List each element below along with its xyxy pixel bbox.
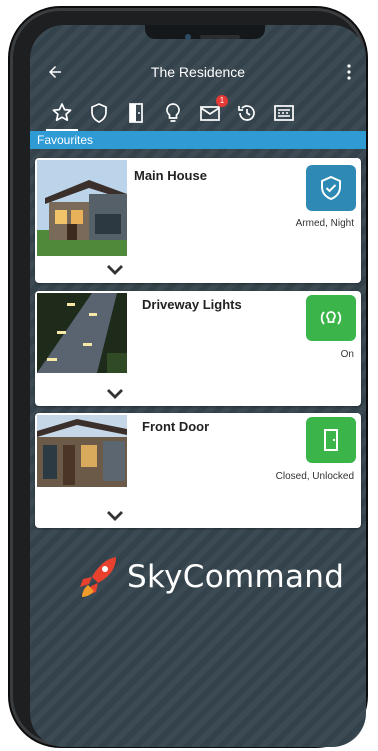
- keypad-icon[interactable]: [272, 101, 296, 125]
- card-title: Front Door: [142, 419, 210, 434]
- chevron-down-icon[interactable]: [105, 264, 125, 276]
- bulb-icon[interactable]: [161, 101, 185, 125]
- security-status-button[interactable]: [306, 165, 356, 211]
- app-header: The Residence: [30, 57, 366, 87]
- mail-icon[interactable]: 1: [198, 95, 228, 125]
- page-title: The Residence: [150, 64, 246, 80]
- history-icon[interactable]: [235, 101, 259, 125]
- chevron-down-icon[interactable]: [105, 510, 125, 522]
- light-on-icon: [320, 311, 342, 325]
- camera: [185, 34, 191, 40]
- status-text: Armed, Night: [295, 218, 354, 229]
- driveway-thumbnail: [37, 293, 127, 373]
- favourite-card-driveway-lights[interactable]: Driveway Lights On: [35, 291, 361, 406]
- rocket-logo-icon: [80, 557, 116, 597]
- light-toggle-button[interactable]: [306, 295, 356, 341]
- brand-logo: SkyCommand: [30, 555, 366, 605]
- chevron-down-icon[interactable]: [105, 388, 125, 400]
- card-title: Driveway Lights: [142, 297, 242, 312]
- speaker: [200, 35, 240, 39]
- favourite-card-main-house[interactable]: Main House Armed, Night: [35, 158, 361, 283]
- shield-icon[interactable]: [87, 101, 111, 125]
- door-icon[interactable]: [124, 101, 148, 125]
- card-title: Main House: [134, 168, 207, 183]
- status-text: Closed, Unlocked: [275, 471, 354, 482]
- phone-frame: The Residence 1 Favourites Main House Ar…: [10, 8, 366, 747]
- brand-name: SkyCommand: [127, 559, 345, 595]
- door-status-button[interactable]: [306, 417, 356, 463]
- front-door-thumbnail: [37, 415, 127, 487]
- house-thumbnail: [37, 160, 127, 256]
- notification-badge: 1: [216, 95, 228, 107]
- section-header: Favourites: [30, 131, 366, 149]
- shield-check-icon: [321, 175, 341, 201]
- app-screen: The Residence 1 Favourites Main House Ar…: [30, 25, 366, 747]
- more-menu-icon[interactable]: [346, 63, 352, 81]
- favourite-card-front-door[interactable]: Front Door Closed, Unlocked: [35, 413, 361, 528]
- category-tabs: 1: [30, 95, 366, 135]
- door-open-icon: [324, 429, 338, 451]
- status-text: On: [340, 349, 354, 360]
- star-icon[interactable]: [50, 101, 74, 125]
